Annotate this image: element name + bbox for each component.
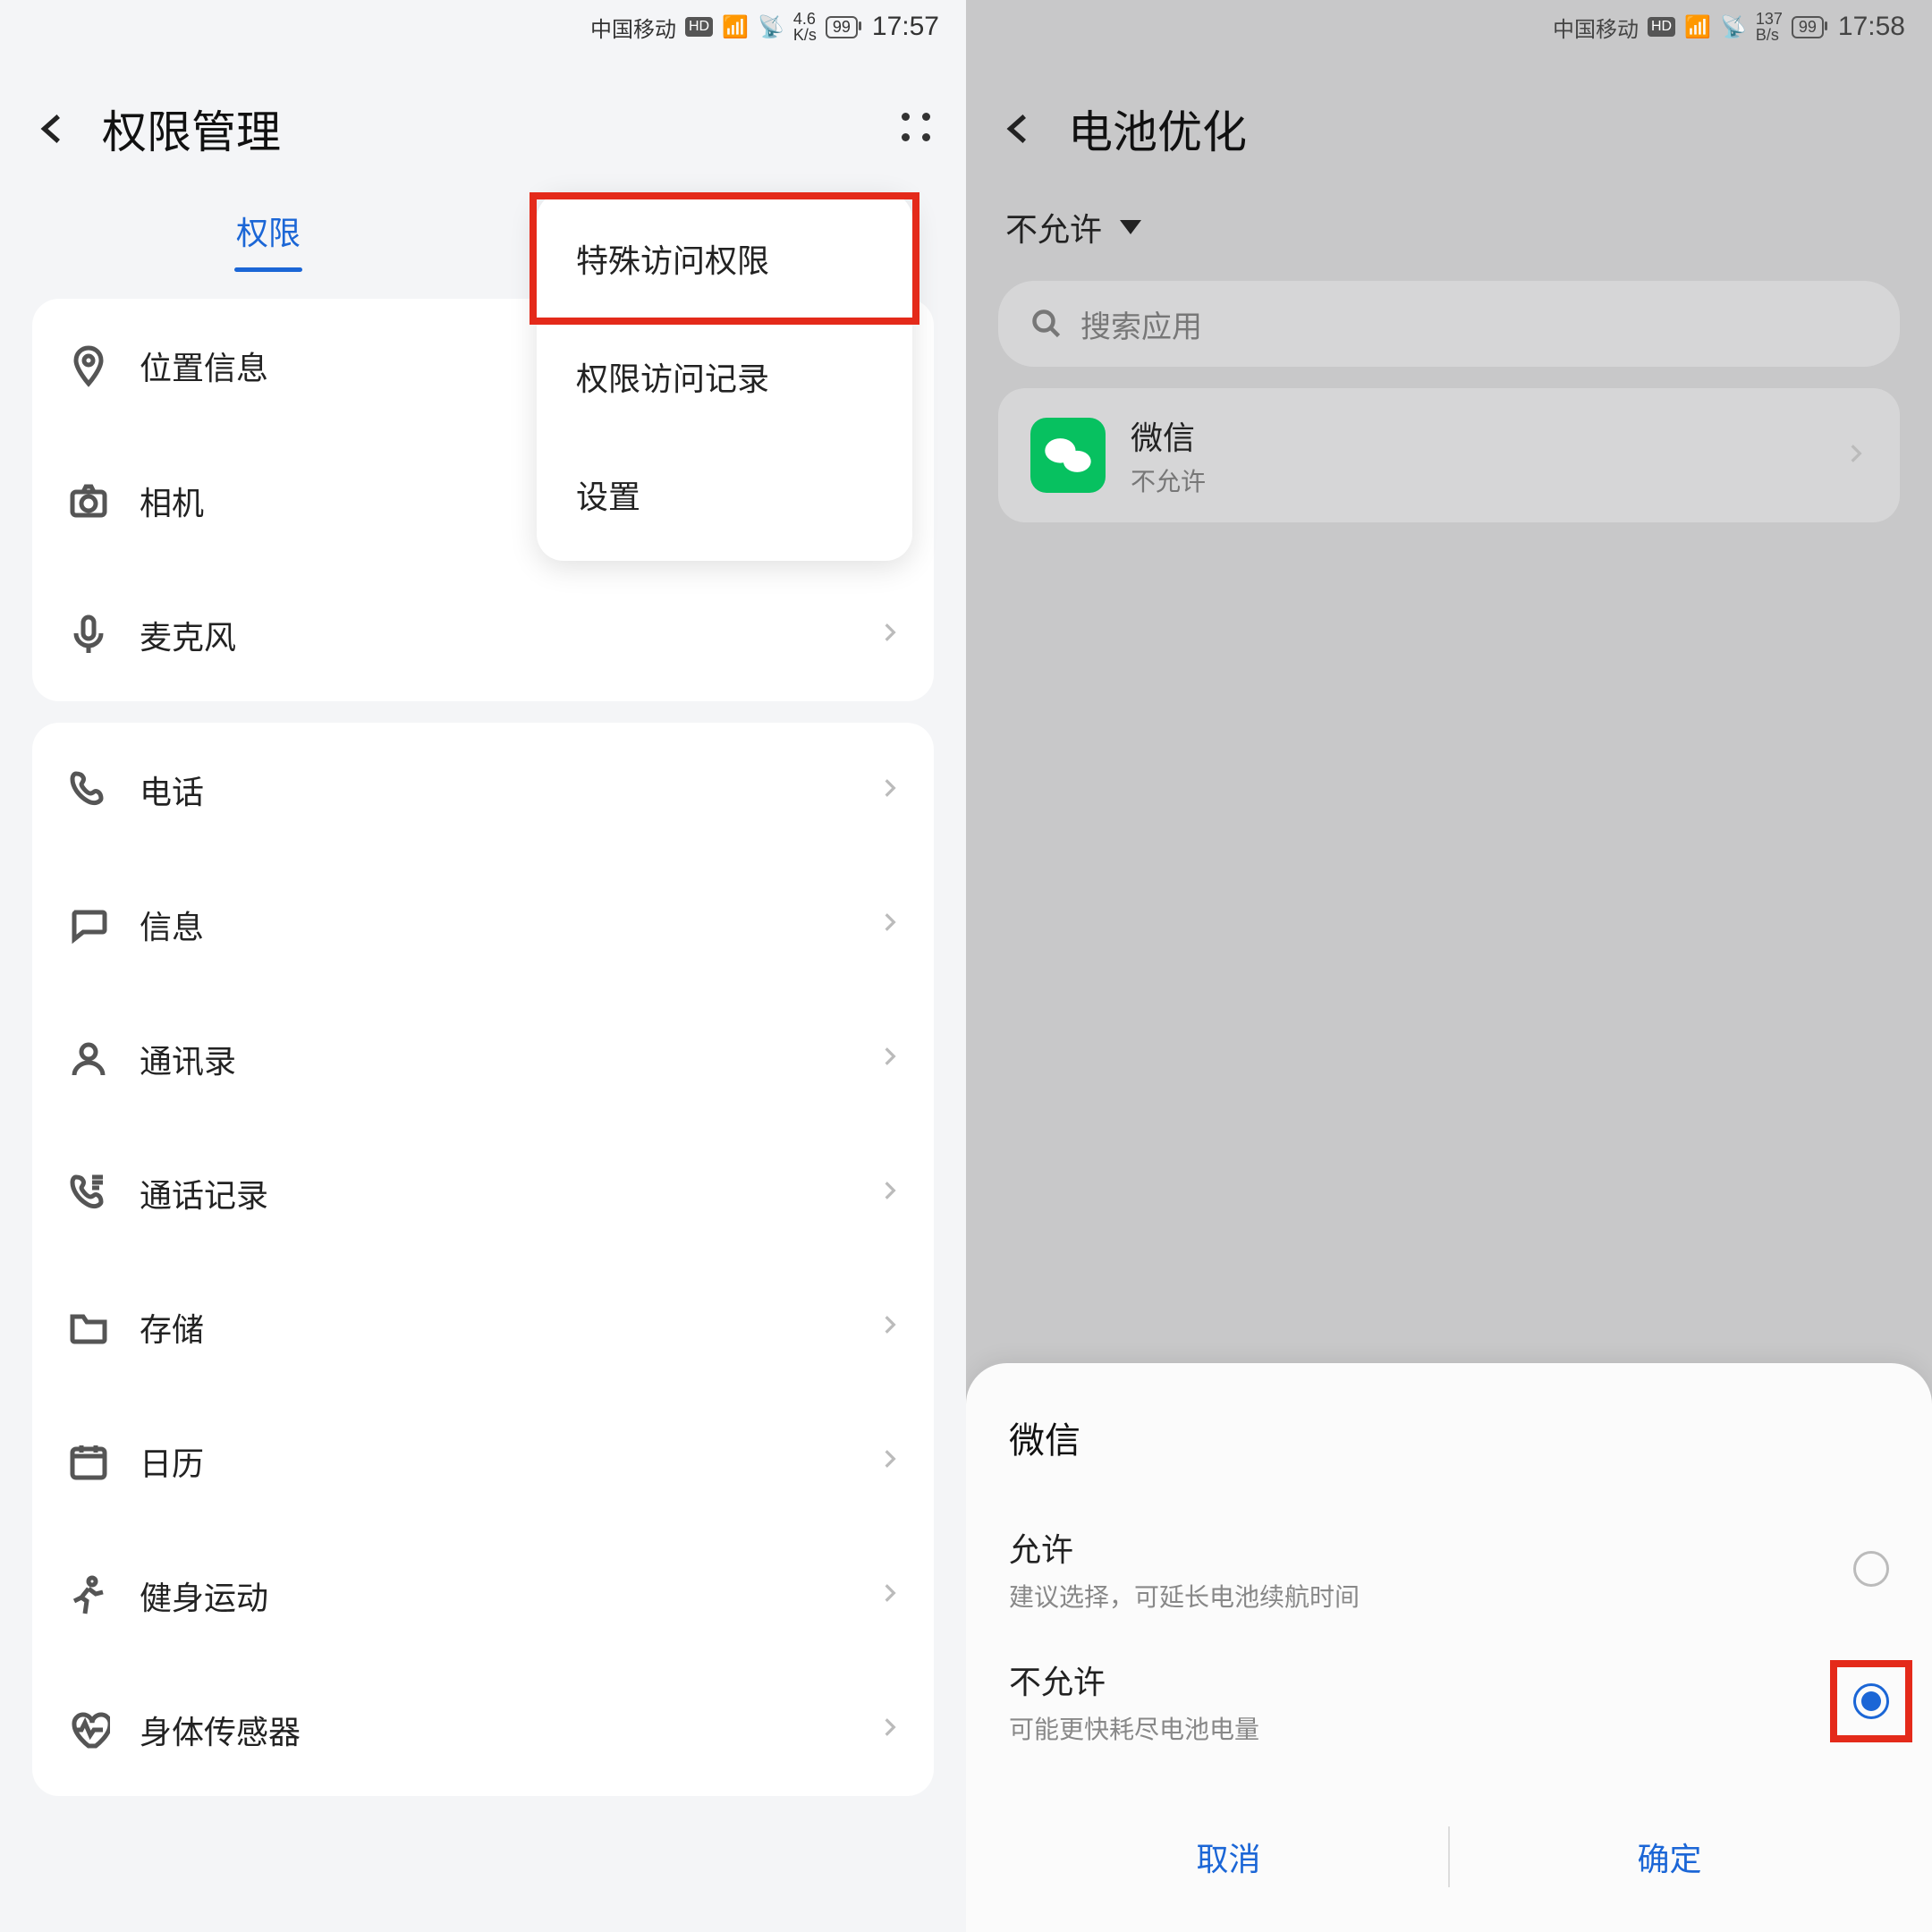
- search-icon: [1030, 308, 1063, 340]
- perm-storage[interactable]: 存储: [32, 1259, 934, 1394]
- message-icon: [64, 901, 113, 949]
- microphone-icon: [64, 611, 113, 659]
- chevron-right-icon: [878, 1716, 902, 1743]
- overflow-menu-button[interactable]: [902, 113, 934, 145]
- location-icon: [64, 342, 113, 390]
- chevron-right-icon: [878, 1447, 902, 1475]
- option-allow[interactable]: 允许 建议选择，可延长电池续航时间: [1009, 1503, 1889, 1635]
- wifi-icon: 📡: [1720, 14, 1747, 40]
- chevron-down-icon: [1120, 220, 1141, 234]
- page-title: 电池优化: [1068, 97, 1247, 161]
- bottom-sheet: 微信 允许 建议选择，可延长电池续航时间 不允许 可能更快耗尽电池电量 取消 确…: [966, 1363, 1932, 1932]
- clock: 17:58: [1838, 12, 1905, 42]
- radio-on-icon[interactable]: [1853, 1683, 1889, 1719]
- perm-phone[interactable]: 电话: [32, 723, 934, 857]
- search-input[interactable]: 搜索应用: [998, 281, 1900, 367]
- sheet-actions: 取消 确定: [1009, 1800, 1889, 1905]
- chevron-right-icon: [878, 1581, 902, 1609]
- signal-icon: 📶: [1684, 14, 1711, 40]
- net-speed: 137 B/s: [1756, 11, 1783, 43]
- perm-body-sensors[interactable]: 身体传感器: [32, 1662, 934, 1796]
- signal-icon: 📶: [722, 14, 749, 40]
- page-title: 权限管理: [102, 97, 281, 161]
- app-status: 不允许: [1131, 462, 1819, 498]
- camera-icon: [64, 477, 113, 525]
- menu-access-history[interactable]: 权限访问记录: [537, 318, 912, 436]
- status-bar: 中国移动 HD 📶 📡 4.6 K/s 99 17:57: [0, 0, 966, 54]
- folder-icon: [64, 1303, 113, 1352]
- chevron-right-icon: [878, 1179, 902, 1207]
- cancel-button[interactable]: 取消: [1009, 1809, 1448, 1905]
- chevron-right-icon: [878, 911, 902, 938]
- screen-permissions: 中国移动 HD 📶 📡 4.6 K/s 99 17:57 权限管理 权限 应用 …: [0, 0, 966, 1932]
- overflow-popup: 特殊访问权限 权限访问记录 设置: [537, 192, 912, 561]
- wifi-icon: 📡: [758, 14, 784, 40]
- hd-badge: HD: [1648, 17, 1675, 37]
- header: 权限管理: [0, 54, 966, 182]
- battery-icon: 99: [826, 16, 858, 38]
- chevron-right-icon: [1844, 442, 1868, 470]
- clock: 17:57: [872, 12, 939, 42]
- net-speed: 4.6 K/s: [793, 11, 817, 43]
- perm-call-log[interactable]: 通话记录: [32, 1125, 934, 1259]
- back-button[interactable]: [32, 107, 75, 150]
- chevron-right-icon: [878, 1045, 902, 1072]
- wechat-icon: [1030, 418, 1106, 493]
- chevron-right-icon: [878, 776, 902, 804]
- menu-settings[interactable]: 设置: [537, 436, 912, 554]
- sheet-title: 微信: [1009, 1411, 1889, 1463]
- heartbeat-icon: [64, 1706, 113, 1754]
- battery-icon: 99: [1792, 16, 1824, 38]
- carrier: 中国移动: [1553, 12, 1639, 43]
- perm-microphone[interactable]: 麦克风: [32, 567, 934, 701]
- perm-contacts[interactable]: 通讯录: [32, 991, 934, 1125]
- permission-group-2: 电话 信息 通讯录 通话记录 存储 日历: [32, 723, 934, 1796]
- app-row-wechat[interactable]: 微信 不允许: [998, 388, 1900, 522]
- highlight-box: [1830, 1660, 1912, 1742]
- option-deny[interactable]: 不允许 可能更快耗尽电池电量: [1009, 1635, 1889, 1767]
- perm-calendar[interactable]: 日历: [32, 1394, 934, 1528]
- chevron-right-icon: [878, 1313, 902, 1341]
- hd-badge: HD: [685, 17, 713, 37]
- filter-label: 不允许: [1005, 204, 1102, 250]
- header: 电池优化: [966, 54, 1932, 182]
- radio-off-icon[interactable]: [1853, 1551, 1889, 1587]
- calendar-icon: [64, 1437, 113, 1486]
- ok-button[interactable]: 确定: [1450, 1809, 1889, 1905]
- perm-fitness[interactable]: 健身运动: [32, 1528, 934, 1662]
- call-log-icon: [64, 1169, 113, 1217]
- filter-dropdown[interactable]: 不允许: [966, 182, 1932, 259]
- status-bar: 中国移动 HD 📶 📡 137 B/s 99 17:58: [966, 0, 1932, 54]
- contacts-icon: [64, 1035, 113, 1083]
- menu-special-access[interactable]: 特殊访问权限: [530, 192, 919, 325]
- carrier: 中国移动: [590, 12, 676, 43]
- fitness-icon: [64, 1572, 113, 1620]
- chevron-right-icon: [878, 621, 902, 648]
- back-button[interactable]: [998, 107, 1041, 150]
- screen-battery-opt: 中国移动 HD 📶 📡 137 B/s 99 17:58 电池优化 不允许 搜索…: [966, 0, 1932, 1932]
- tab-permissions[interactable]: 权限: [54, 208, 483, 272]
- perm-sms[interactable]: 信息: [32, 857, 934, 991]
- search-placeholder: 搜索应用: [1080, 302, 1202, 346]
- phone-icon: [64, 766, 113, 814]
- app-name: 微信: [1131, 412, 1819, 459]
